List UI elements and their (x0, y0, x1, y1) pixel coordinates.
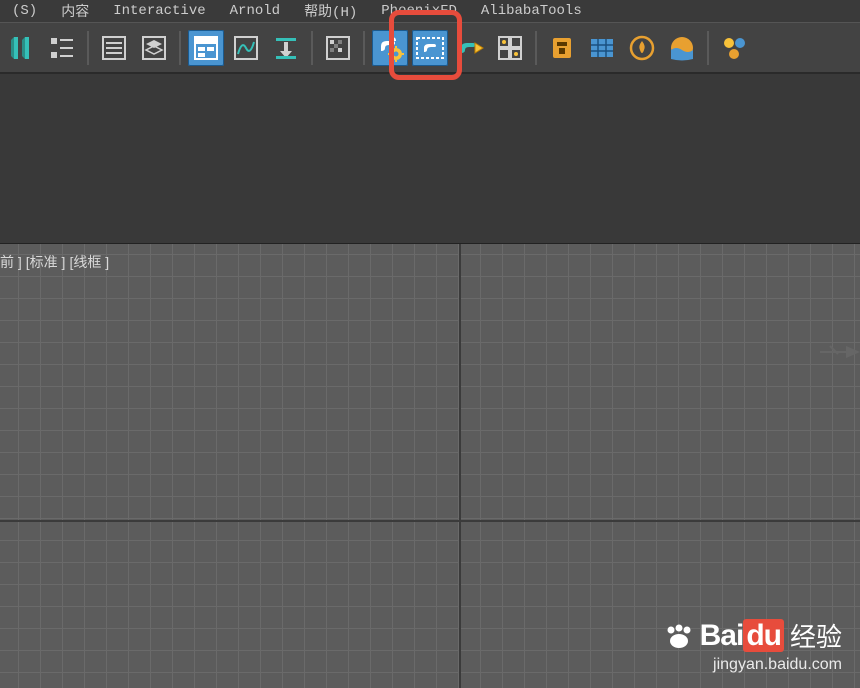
render-in-cloud-icon[interactable] (492, 30, 528, 66)
menu-arnold[interactable]: Arnold (224, 3, 286, 19)
toolbar-separator (179, 31, 181, 65)
viewport-label-wireframe: [线框 ] (69, 252, 109, 272)
menu-help[interactable]: 帮助(H) (298, 1, 363, 21)
toolbar-separator (535, 31, 537, 65)
paw-icon (664, 624, 694, 648)
toolbar-separator (707, 31, 709, 65)
toolbar-separator (87, 31, 89, 65)
rendered-frame-window-icon[interactable] (412, 30, 448, 66)
toggle-ribbon-icon[interactable] (188, 30, 224, 66)
watermark-brand: Baidu (700, 619, 784, 653)
toolbar-separator (311, 31, 313, 65)
scene-explorer-icon[interactable] (44, 30, 80, 66)
viewport-axis-horizontal (0, 520, 860, 522)
toolbar-separator (363, 31, 365, 65)
menu-bar: (S) 内容 Interactive Arnold 帮助(H) PhoenixF… (0, 0, 860, 22)
alibaba-tools-icon[interactable] (716, 30, 752, 66)
menu-scripts[interactable]: (S) (6, 3, 43, 19)
viewport-axis-vertical (459, 244, 461, 688)
viewport-label[interactable]: 前 ] [标准 ] [线框 ] (0, 252, 109, 272)
menu-alibabatools[interactable]: AlibabaTools (475, 3, 588, 19)
ribbon-area (0, 74, 860, 244)
download-icon[interactable] (268, 30, 304, 66)
watermark: Baidu 经验 jingyan.baidu.com (664, 617, 842, 674)
material-editor-icon[interactable] (320, 30, 356, 66)
layers-icon[interactable] (136, 30, 172, 66)
menu-content[interactable]: 内容 (55, 1, 95, 21)
list-view-icon[interactable] (96, 30, 132, 66)
menu-phoenixfd[interactable]: PhoenixFD (375, 3, 463, 19)
viewport-front[interactable]: 前 ] [标准 ] [线框 ] Baidu 经验 jingy (0, 244, 860, 688)
watermark-cn: 经验 (790, 617, 842, 654)
viewport-label-standard: [标准 ] (26, 252, 66, 272)
phoenix-simulate-icon[interactable] (544, 30, 580, 66)
viewport-label-front: 前 ] (0, 252, 22, 272)
phoenix-grid-icon[interactable] (584, 30, 620, 66)
phoenix-fire-icon[interactable] (624, 30, 660, 66)
menu-interactive[interactable]: Interactive (107, 3, 211, 19)
curve-editor-icon[interactable] (228, 30, 264, 66)
viewport-arrow-icon (820, 342, 860, 367)
main-toolbar (0, 22, 860, 74)
slice-plane-icon[interactable] (4, 30, 40, 66)
render-setup-icon[interactable] (372, 30, 408, 66)
watermark-url: jingyan.baidu.com (664, 656, 842, 674)
render-production-icon[interactable] (452, 30, 488, 66)
phoenix-liquid-icon[interactable] (664, 30, 700, 66)
